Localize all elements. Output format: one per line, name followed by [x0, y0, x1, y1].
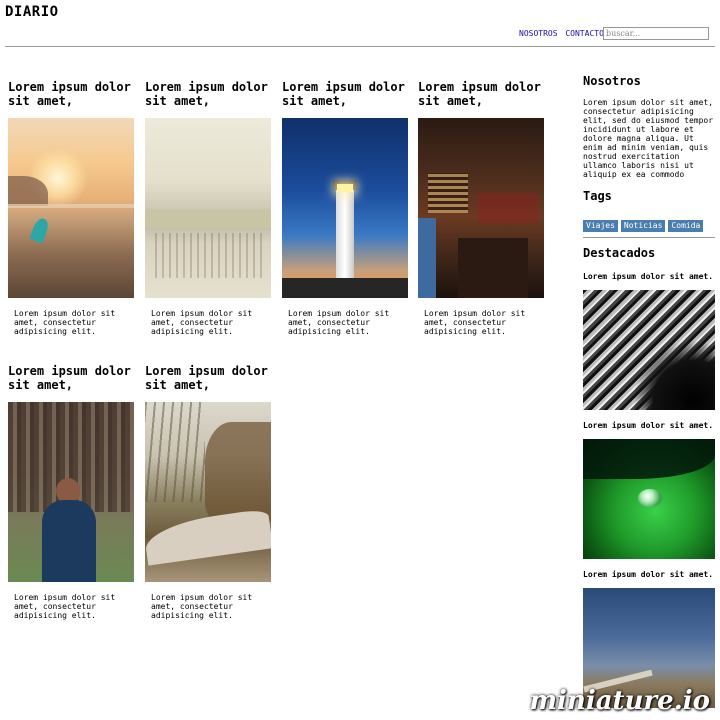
post-card: Lorem ipsum dolor sit amet, Lorem ipsum … — [8, 364, 135, 620]
about-heading: Nosotros — [583, 74, 641, 88]
post-image-crowded-beach[interactable] — [145, 118, 271, 298]
post-image-beach-sunset[interactable] — [8, 118, 134, 298]
featured-title[interactable]: Lorem ipsum dolor sit amet. — [583, 421, 715, 430]
post-image-coffee-bar[interactable] — [418, 118, 544, 298]
header-divider — [5, 46, 715, 47]
post-card: Lorem ipsum dolor sit amet, Lorem ipsum … — [145, 364, 272, 620]
post-excerpt: Lorem ipsum dolor sit amet, consectetur … — [151, 593, 253, 620]
post-excerpt: Lorem ipsum dolor sit amet, consectetur … — [14, 593, 116, 620]
watermark-text: miniature.io — [529, 686, 710, 716]
about-text: Lorem ipsum dolor sit amet, consectetur … — [583, 98, 714, 179]
featured-heading: Destacados — [583, 246, 656, 260]
post-image-forest-road[interactable] — [145, 402, 271, 582]
featured-title[interactable]: Lorem ipsum dolor sit amet. — [583, 272, 715, 281]
main-nav: NOSOTROS CONTACTO — [519, 29, 607, 38]
featured-item: Lorem ipsum dolor sit amet. — [583, 272, 715, 410]
post-title[interactable]: Lorem ipsum dolor sit amet, — [8, 364, 135, 402]
site-header: DIARIO NOSOTROS CONTACTO — [0, 0, 720, 48]
post-card: Lorem ipsum dolor sit amet, Lorem ipsum … — [418, 80, 545, 336]
sidebar-divider — [583, 237, 715, 238]
post-title[interactable]: Lorem ipsum dolor sit amet, — [282, 80, 409, 118]
site-brand[interactable]: DIARIO — [5, 4, 59, 20]
featured-image-abstract[interactable] — [583, 290, 715, 410]
sidebar: Nosotros Lorem ipsum dolor sit amet, con… — [583, 74, 715, 708]
featured-title[interactable]: Lorem ipsum dolor sit amet. — [583, 570, 715, 579]
post-excerpt: Lorem ipsum dolor sit amet, consectetur … — [14, 309, 116, 336]
nav-link-contacto[interactable]: CONTACTO — [565, 29, 604, 38]
post-title[interactable]: Lorem ipsum dolor sit amet, — [145, 80, 272, 118]
search-input[interactable] — [603, 27, 709, 40]
post-excerpt: Lorem ipsum dolor sit amet, consectetur … — [424, 309, 526, 336]
tags-heading: Tags — [583, 189, 612, 203]
post-excerpt: Lorem ipsum dolor sit amet, consectetur … — [288, 309, 390, 336]
post-card: Lorem ipsum dolor sit amet, Lorem ipsum … — [145, 80, 272, 336]
post-title[interactable]: Lorem ipsum dolor sit amet, — [145, 364, 272, 402]
post-image-lighthouse[interactable] — [282, 118, 408, 298]
tag-list: Viajes Noticias Comida — [583, 213, 715, 232]
featured-image-leaf[interactable] — [583, 439, 715, 559]
featured-item: Lorem ipsum dolor sit amet. — [583, 421, 715, 559]
nav-link-nosotros[interactable]: NOSOTROS — [519, 29, 558, 38]
tag-viajes[interactable]: Viajes — [583, 220, 618, 232]
post-card: Lorem ipsum dolor sit amet, Lorem ipsum … — [8, 80, 135, 336]
post-excerpt: Lorem ipsum dolor sit amet, consectetur … — [151, 309, 253, 336]
post-card: Lorem ipsum dolor sit amet, Lorem ipsum … — [282, 80, 409, 336]
post-title[interactable]: Lorem ipsum dolor sit amet, — [418, 80, 545, 118]
tag-comida[interactable]: Comida — [668, 220, 704, 232]
post-image-forest-person[interactable] — [8, 402, 134, 582]
tag-noticias[interactable]: Noticias — [620, 220, 666, 232]
post-title[interactable]: Lorem ipsum dolor sit amet, — [8, 80, 135, 118]
